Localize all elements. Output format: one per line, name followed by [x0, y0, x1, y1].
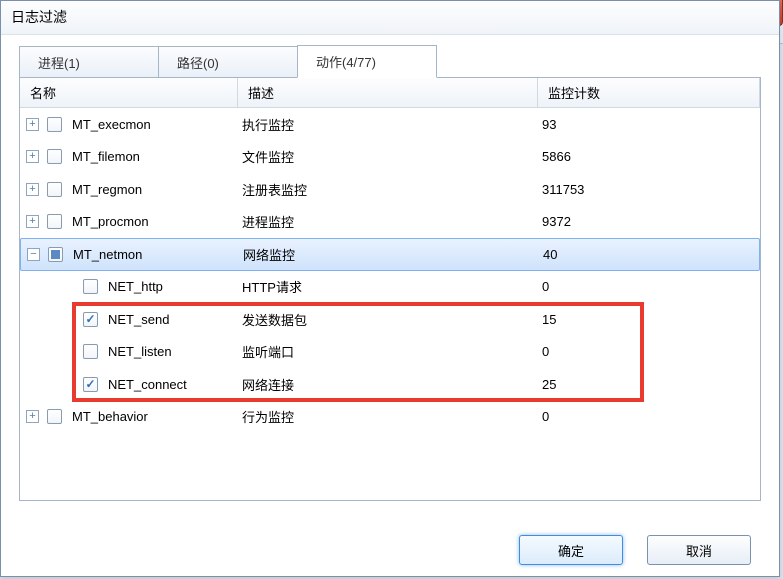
- dialog-title: 日志过滤: [1, 1, 779, 35]
- row-count: 5866: [538, 149, 760, 164]
- row-name: MT_procmon: [72, 214, 149, 229]
- expand-placeholder: [62, 313, 75, 326]
- expand-placeholder: [62, 378, 75, 391]
- row-desc: 注册表监控: [238, 180, 538, 199]
- ok-button[interactable]: 确定: [519, 535, 623, 565]
- row-name: MT_netmon: [73, 247, 142, 262]
- row-count: 311753: [538, 182, 760, 197]
- expand-icon[interactable]: +: [26, 410, 39, 423]
- table-row[interactable]: NET_http HTTP请求0: [20, 271, 760, 304]
- checkbox[interactable]: [83, 279, 98, 294]
- checkbox[interactable]: [83, 377, 98, 392]
- table-row[interactable]: + MT_procmon 进程监控9372: [20, 206, 760, 239]
- row-count: 0: [538, 344, 760, 359]
- filter-grid: 名称 描述 监控计数 + MT_execmon 执行监控93 + MT_filemon 文…: [19, 77, 761, 501]
- row-count: 9372: [538, 214, 760, 229]
- table-row[interactable]: + MT_regmon 注册表监控311753: [20, 173, 760, 206]
- row-count: 40: [539, 247, 759, 262]
- column-desc[interactable]: 描述: [238, 78, 538, 107]
- column-name[interactable]: 名称: [20, 78, 238, 107]
- row-name: NET_send: [108, 312, 169, 327]
- tab-path[interactable]: 路径(0): [158, 46, 298, 78]
- row-count: 25: [538, 377, 760, 392]
- tab-bar: 进程(1) 路径(0) 动作(4/77): [19, 45, 761, 77]
- expand-placeholder: [62, 280, 75, 293]
- table-row[interactable]: NET_connect 网络连接25: [20, 368, 760, 401]
- row-desc: 执行监控: [238, 115, 538, 134]
- row-desc: HTTP请求: [238, 277, 538, 296]
- checkbox[interactable]: [48, 247, 63, 262]
- row-name: NET_http: [108, 279, 163, 294]
- row-desc: 进程监控: [238, 212, 538, 231]
- table-row[interactable]: + MT_filemon 文件监控5866: [20, 141, 760, 174]
- checkbox[interactable]: [47, 117, 62, 132]
- table-row[interactable]: NET_send 发送数据包15: [20, 303, 760, 336]
- collapse-icon[interactable]: −: [27, 248, 40, 261]
- row-count: 15: [538, 312, 760, 327]
- table-row[interactable]: NET_listen 监听端口0: [20, 336, 760, 369]
- row-count: 0: [538, 279, 760, 294]
- expand-icon[interactable]: +: [26, 215, 39, 228]
- expand-icon[interactable]: +: [26, 118, 39, 131]
- checkbox[interactable]: [47, 409, 62, 424]
- dialog-footer: 确定 取消: [1, 524, 779, 576]
- cancel-button[interactable]: 取消: [647, 535, 751, 565]
- row-desc: 网络监控: [239, 245, 539, 264]
- grid-rows: + MT_execmon 执行监控93 + MT_filemon 文件监控5866 + MT_…: [20, 108, 760, 500]
- checkbox[interactable]: [83, 312, 98, 327]
- grid-header: 名称 描述 监控计数: [20, 78, 760, 108]
- row-desc: 网络连接: [238, 375, 538, 394]
- row-name: NET_listen: [108, 344, 172, 359]
- checkbox[interactable]: [47, 214, 62, 229]
- row-desc: 监听端口: [238, 342, 538, 361]
- row-count: 0: [538, 409, 760, 424]
- tab-label: 路径(0): [177, 53, 219, 72]
- table-row[interactable]: + MT_execmon 执行监控93: [20, 108, 760, 141]
- expand-icon[interactable]: +: [26, 183, 39, 196]
- table-row[interactable]: − MT_netmon 网络监控40: [20, 238, 760, 271]
- tab-action[interactable]: 动作(4/77): [297, 45, 437, 78]
- row-desc: 文件监控: [238, 147, 538, 166]
- row-name: NET_connect: [108, 377, 187, 392]
- row-desc: 行为监控: [238, 407, 538, 426]
- checkbox[interactable]: [47, 182, 62, 197]
- expand-placeholder: [62, 345, 75, 358]
- row-desc: 发送数据包: [238, 310, 538, 329]
- row-name: MT_execmon: [72, 117, 151, 132]
- column-count[interactable]: 监控计数: [538, 78, 760, 107]
- row-name: MT_regmon: [72, 182, 142, 197]
- checkbox[interactable]: [83, 344, 98, 359]
- row-name: MT_behavior: [72, 409, 148, 424]
- row-name: MT_filemon: [72, 149, 140, 164]
- tab-process[interactable]: 进程(1): [19, 46, 159, 78]
- row-count: 93: [538, 117, 760, 132]
- tab-label: 进程(1): [38, 53, 80, 72]
- table-row[interactable]: + MT_behavior 行为监控0: [20, 401, 760, 434]
- tab-label: 动作(4/77): [316, 52, 376, 71]
- checkbox[interactable]: [47, 149, 62, 164]
- log-filter-dialog: 日志过滤 进程(1) 路径(0) 动作(4/77) 名称 描述 监控计数 + MT…: [0, 0, 780, 577]
- expand-icon[interactable]: +: [26, 150, 39, 163]
